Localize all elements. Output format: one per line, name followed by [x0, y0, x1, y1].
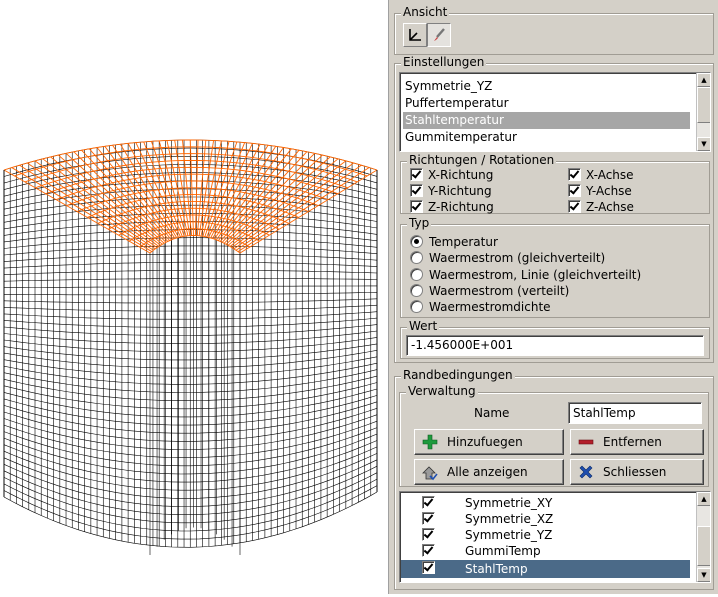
scroll-up-icon[interactable]: ▲ — [697, 73, 710, 87]
scroll-down-icon[interactable]: ▼ — [697, 137, 710, 151]
show-all-button[interactable]: Alle anzeigen — [414, 459, 564, 485]
checkbox-icon — [568, 168, 581, 181]
list-item[interactable]: Symmetrie_XY — [401, 495, 709, 511]
wert-input[interactable]: -1.456000E+001 — [406, 335, 704, 356]
close-icon — [577, 463, 595, 481]
y-achse-checkbox[interactable]: Y-Achse — [568, 183, 632, 199]
verwaltung-group: Verwaltung Name StahlTemp Hinzufuegen En… — [399, 384, 709, 487]
typ-title: Typ — [407, 216, 432, 230]
richtungen-title: Richtungen / Rotationen — [407, 153, 557, 167]
list-item-selected[interactable]: StahlTemp — [401, 560, 690, 578]
einstellungen-list[interactable]: Symmetrie_YZ Puffertemperatur Stahltempe… — [399, 72, 711, 152]
remove-button[interactable]: Entfernen — [570, 429, 704, 455]
randbedingungen-title: Randbedingungen — [401, 368, 515, 382]
typ-radio-waermestrom-linie[interactable]: Waermestrom, Linie (gleichverteilt) — [410, 267, 641, 283]
axes-tool-button[interactable] — [403, 23, 427, 47]
plus-icon — [421, 433, 439, 451]
wert-title: Wert — [407, 319, 440, 333]
scroll-thumb[interactable] — [697, 87, 710, 123]
scroll-up-icon[interactable]: ▲ — [697, 492, 710, 506]
einstellungen-group: Einstellungen Symmetrie_YZ Puffertempera… — [394, 55, 714, 363]
checkbox-icon — [410, 168, 423, 181]
randbedingungen-group: Randbedingungen Verwaltung Name StahlTem… — [394, 368, 714, 590]
mesh-model — [3, 139, 378, 555]
y-richtung-checkbox[interactable]: Y-Richtung — [410, 183, 492, 199]
list-item[interactable]: Puffertemperatur — [403, 95, 707, 112]
typ-radio-waermestrom-gleich[interactable]: Waermestrom (gleichverteilt) — [410, 250, 605, 266]
wert-value: -1.456000E+001 — [411, 338, 514, 352]
checkbox-icon — [422, 544, 435, 557]
brush-tool-button[interactable] — [427, 23, 451, 47]
richtungen-group: Richtungen / Rotationen X-Richtung Y-Ric… — [400, 153, 710, 215]
radio-icon — [410, 268, 423, 281]
typ-radio-temperatur[interactable]: Temperatur — [410, 234, 498, 250]
checkbox-icon — [410, 184, 423, 197]
name-input[interactable]: StahlTemp — [568, 402, 702, 424]
list-item[interactable]: Symmetrie_YZ — [403, 78, 707, 95]
close-button[interactable]: Schliessen — [570, 459, 704, 485]
list-item[interactable]: Symmetrie_YZ — [401, 527, 709, 543]
checkbox-icon — [422, 496, 435, 509]
minus-icon — [577, 433, 595, 451]
name-value: StahlTemp — [573, 406, 636, 420]
typ-group: Typ Temperatur Waermestrom (gleichvertei… — [400, 216, 710, 318]
ansicht-group: Ansicht — [394, 5, 714, 55]
ansicht-title: Ansicht — [401, 5, 450, 19]
list-item[interactable]: GummiTemp — [401, 543, 709, 559]
wert-group: Wert -1.456000E+001 — [400, 319, 710, 359]
typ-radio-waermestrom-verteilt[interactable]: Waermestrom (verteilt) — [410, 283, 569, 299]
radio-icon — [410, 300, 423, 313]
typ-radio-waermestromdichte[interactable]: Waermestromdichte — [410, 299, 551, 315]
property-panel: Ansicht Einstellungen Symmetrie_YZ Puffe… — [388, 0, 718, 594]
scroll-thumb[interactable] — [697, 526, 710, 566]
brush-icon — [434, 28, 445, 41]
add-button[interactable]: Hinzufuegen — [414, 429, 564, 455]
randbedingungen-list[interactable]: Symmetrie_XY Symmetrie_XZ Symmetrie_YZ G… — [399, 491, 711, 583]
einstellungen-title: Einstellungen — [401, 55, 487, 69]
list-item[interactable]: Gummitemperatur — [403, 129, 707, 146]
checkbox-icon — [568, 184, 581, 197]
z-achse-checkbox[interactable]: Z-Achse — [568, 199, 634, 215]
checkbox-icon — [410, 200, 423, 213]
mesh-viewport[interactable] — [0, 0, 388, 594]
z-richtung-checkbox[interactable]: Z-Richtung — [410, 199, 494, 215]
name-label: Name — [474, 406, 510, 420]
checkbox-icon — [568, 200, 581, 213]
x-achse-checkbox[interactable]: X-Achse — [568, 167, 634, 183]
scroll-down-icon[interactable]: ▼ — [697, 568, 710, 582]
checkbox-icon — [422, 528, 435, 541]
x-richtung-checkbox[interactable]: X-Richtung — [410, 167, 493, 183]
checkbox-icon — [422, 561, 435, 574]
checkbox-icon — [422, 512, 435, 525]
axes-icon — [409, 29, 421, 41]
verwaltung-title: Verwaltung — [406, 384, 478, 398]
show-all-icon — [421, 463, 439, 481]
radio-icon — [410, 284, 423, 297]
randbedingungen-scrollbar[interactable]: ▲ ▼ — [696, 492, 710, 582]
einstellungen-scrollbar[interactable]: ▲ ▼ — [696, 73, 710, 151]
list-item-selected[interactable]: Stahltemperatur — [403, 112, 690, 129]
radio-icon — [410, 251, 423, 264]
radio-icon — [410, 235, 423, 248]
list-item[interactable]: Symmetrie_XZ — [401, 511, 709, 527]
